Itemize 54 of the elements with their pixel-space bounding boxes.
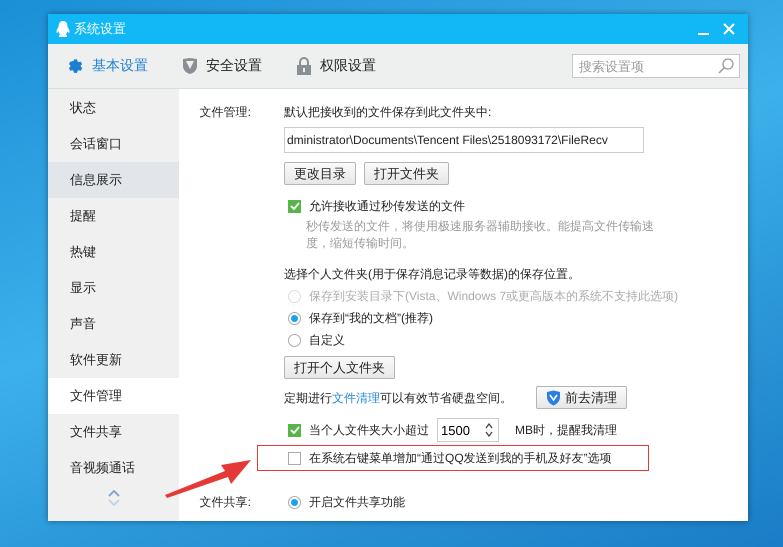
radio-button[interactable]: [288, 312, 301, 325]
sidebar-item[interactable]: 热键: [48, 234, 179, 270]
cleanup-button[interactable]: 前去清理: [536, 386, 627, 409]
sidebar-item[interactable]: 软件更新: [48, 342, 179, 378]
sidebar-item[interactable]: 显示: [48, 270, 179, 306]
gear-icon: [66, 57, 84, 75]
close-icon: [723, 23, 735, 35]
shield-icon: [546, 390, 561, 406]
cleanup-text: 定期进行文件清理可以有效节省硬盘空间。: [284, 390, 512, 406]
sidebar-item[interactable]: 信息展示: [48, 162, 179, 198]
sidebar-item[interactable]: 会话窗口: [48, 126, 179, 162]
sidebar-item[interactable]: 声音: [48, 306, 179, 342]
lock-icon: [296, 57, 312, 75]
prompt-text: 选择个人文件夹(用于保存消息记录等数据)的保存位置。: [284, 266, 580, 283]
radio-button[interactable]: [288, 334, 301, 347]
cleanup-link[interactable]: 文件清理: [332, 390, 380, 404]
settings-tab[interactable]: 基本设置: [66, 53, 148, 79]
checkbox-label: 允许接收通过秒传发送的文件: [309, 198, 465, 215]
shield-icon: [182, 57, 198, 75]
checkbox[interactable]: [288, 424, 301, 436]
sidebar-item[interactable]: 文件管理: [48, 378, 179, 414]
scroll-up-icon[interactable]: [108, 490, 120, 497]
section-label: 文件管理:: [198, 104, 252, 121]
intro-text: 默认把接收到的文件保存到此文件夹中:: [284, 104, 492, 121]
open-folder-button[interactable]: 打开个人文件夹: [284, 356, 395, 379]
checkbox[interactable]: [288, 200, 301, 212]
search-field[interactable]: 搜索设置项: [572, 54, 740, 78]
sidebar-item[interactable]: 提醒: [48, 198, 179, 234]
description-text: 秒传发送的文件，将使用极速服务器辅助接收。能提高文件传输速度，缩短传输时间。: [306, 218, 655, 252]
spin-arrows-icon[interactable]: [485, 423, 493, 437]
path-field[interactable]: dministrator\Documents\Tencent Files\2518093172\FileRecv: [284, 127, 644, 153]
radio-label: 开启文件共享功能: [309, 494, 405, 511]
checkbox-label: 在系统右键菜单增加“通过QQ发送到我的手机及好友”选项: [309, 450, 612, 467]
checkbox[interactable]: [288, 452, 301, 464]
folder-button[interactable]: 更改目录: [284, 162, 356, 185]
minimize-icon: [698, 32, 708, 34]
checkbox-label: MB时，提醒我清理: [515, 422, 617, 439]
radio-label: 保存到安装目录下(Vista、Windows 7或更高版本的系统不支持此选项): [309, 288, 678, 305]
sidebar-item[interactable]: 文件共享: [48, 414, 179, 450]
search-icon[interactable]: [718, 58, 734, 74]
size-spinbox[interactable]: 1500: [437, 418, 499, 442]
checkbox-label: 当个人文件夹大小超过: [309, 422, 429, 439]
folder-button[interactable]: 打开文件夹: [364, 162, 449, 185]
section-label: 文件共享:: [198, 494, 252, 511]
penguin-icon: [56, 20, 70, 38]
scroll-down-icon[interactable]: [108, 499, 120, 506]
radio-label: 自定义: [309, 332, 345, 349]
window-title: 系统设置: [74, 20, 127, 38]
sidebar-item[interactable]: 音视频通话: [48, 450, 179, 486]
settings-tab[interactable]: 权限设置: [296, 53, 376, 79]
radio-label: 保存到“我的文档”(推荐): [309, 310, 433, 327]
radio-button[interactable]: [288, 496, 301, 508]
settings-tab[interactable]: 安全设置: [182, 53, 262, 79]
sidebar-item[interactable]: 状态: [48, 90, 179, 126]
